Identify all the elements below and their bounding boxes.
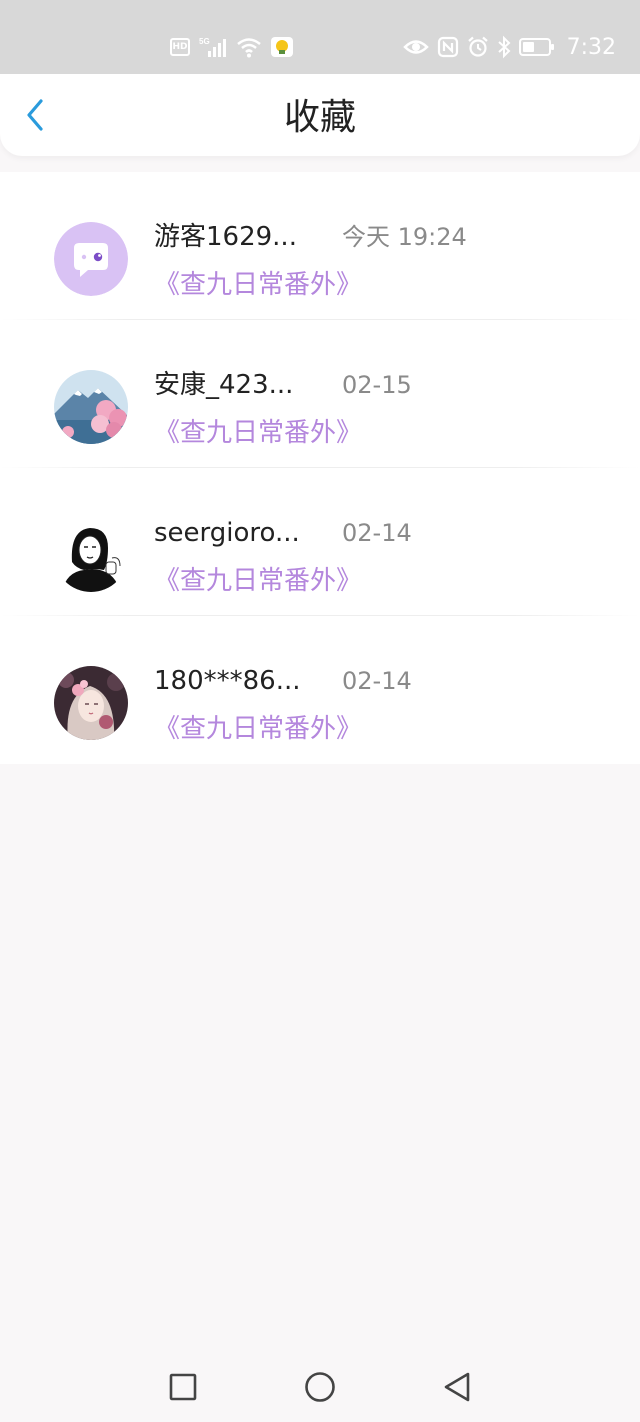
- signal-icon: 5G: [199, 37, 226, 57]
- triangle-back-icon: [444, 1372, 470, 1402]
- chat-bubble-avatar-icon: [54, 222, 128, 296]
- navigation-bar: [0, 1352, 640, 1422]
- user-name: 安康_423...: [154, 370, 294, 400]
- timestamp: 02-15: [342, 371, 412, 399]
- list-item[interactable]: seergioro... 02-14 《查九日常番外》: [0, 468, 640, 616]
- circle-icon: [305, 1372, 335, 1402]
- square-icon: [169, 1373, 197, 1401]
- avatar[interactable]: [54, 666, 128, 740]
- mountain-blossom-avatar: [54, 370, 128, 444]
- status-bar: HD 5G 7:32: [0, 0, 640, 74]
- header: 收藏: [0, 74, 640, 156]
- timestamp: 今天 19:24: [342, 223, 467, 251]
- favorites-list: 游客1629... 今天 19:24 《查九日常番外》 安康_423... 02…: [0, 172, 640, 764]
- timestamp: 02-14: [342, 519, 412, 547]
- wifi-icon: [237, 38, 261, 58]
- eye-icon: [402, 40, 429, 54]
- work-title[interactable]: 《查九日常番外》: [154, 416, 362, 450]
- battery-icon: [518, 38, 554, 56]
- work-title[interactable]: 《查九日常番外》: [154, 268, 362, 302]
- list-item[interactable]: 180***86... 02-14 《查九日常番外》: [0, 616, 640, 764]
- home-button[interactable]: [303, 1370, 337, 1404]
- avatar[interactable]: [54, 370, 128, 444]
- status-icons-left: HD 5G: [170, 34, 294, 60]
- list-item[interactable]: 游客1629... 今天 19:24 《查九日常番外》: [0, 172, 640, 320]
- page-title: 收藏: [283, 97, 356, 138]
- back-nav-button[interactable]: [440, 1370, 474, 1404]
- hd-badge: HD: [170, 38, 190, 56]
- status-icons-right: 7:32: [402, 34, 616, 60]
- app-notification-icon: [271, 37, 293, 57]
- user-name: 180***86...: [154, 666, 301, 696]
- recent-apps-button[interactable]: [166, 1370, 200, 1404]
- user-name: seergioro...: [154, 518, 300, 548]
- network-type-label: 5G: [199, 37, 210, 46]
- timestamp: 02-14: [342, 667, 412, 695]
- anime-girl-avatar: [54, 666, 128, 740]
- bluetooth-icon: [497, 35, 511, 59]
- nfc-icon: [437, 36, 458, 58]
- user-name: 游客1629...: [154, 222, 297, 252]
- status-time: 7:32: [566, 34, 616, 60]
- work-title[interactable]: 《查九日常番外》: [154, 712, 362, 746]
- alarm-icon: [467, 36, 488, 57]
- girl-sketch-avatar: [54, 518, 128, 592]
- list-item[interactable]: 安康_423... 02-15 《查九日常番外》: [0, 320, 640, 468]
- avatar[interactable]: [54, 518, 128, 592]
- work-title[interactable]: 《查九日常番外》: [154, 564, 362, 598]
- avatar[interactable]: [54, 222, 128, 296]
